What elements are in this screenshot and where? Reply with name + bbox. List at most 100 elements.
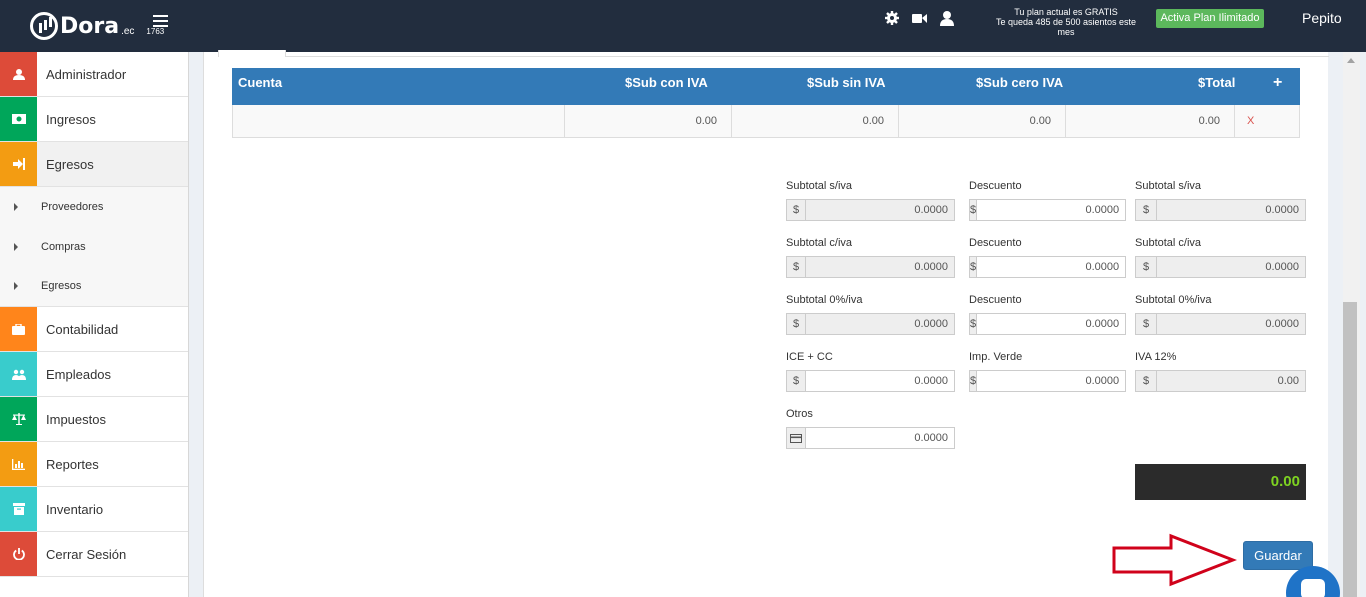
otros-input[interactable] [805,427,955,449]
ice-cc-label: ICE + CC [786,351,833,363]
descuento-siva-field: $ [969,199,1127,221]
currency-addon: $ [786,199,805,221]
sidebar-item-reportes[interactable]: Reportes [0,442,188,488]
sidebar-subitem-label: Proveedores [41,201,104,213]
sidebar-item-empleados[interactable]: Empleados [0,352,188,398]
user-name[interactable]: Pepito [1302,10,1342,26]
sidebar-subitem-label: Compras [41,240,86,253]
imp-verde-label: Imp. Verde [969,351,1023,363]
users-icon [0,352,37,397]
col-cuenta: Cuenta [238,75,283,90]
bar-chart-icon [0,442,37,487]
sidebar-item-ingresos[interactable]: Ingresos [0,97,188,142]
annotation-arrow-icon [1112,533,1237,587]
iva-input [1156,370,1306,392]
imp-verde-input[interactable] [976,370,1127,392]
sidebar-subitem-proveedores[interactable]: Proveedores [0,187,188,227]
subtotal-siva-field: $ [786,199,955,221]
sidebar-subitem-label: Egresos [41,280,82,293]
credit-card-icon [786,427,805,449]
gear-icon[interactable] [884,10,900,26]
caret-right-icon [14,203,18,211]
subtotal-civa-net-input [1156,256,1306,278]
descuento-0iva-field: $ [969,313,1127,335]
save-button[interactable]: Guardar [1243,541,1313,570]
cell-sub-sin-iva[interactable]: 0.00 [731,105,898,137]
descuento-siva-input[interactable] [976,199,1127,221]
plan-status: Tu plan actual es GRATIS Te queda 485 de… [988,7,1144,37]
user-icon[interactable] [939,10,955,26]
col-sub-sin-iva: $Sub sin IVA [807,75,886,90]
sidebar-item-label: Reportes [46,457,99,473]
sidebar-item-label: Ingresos [46,112,96,127]
currency-addon: $ [969,313,977,335]
cell-cuenta[interactable] [233,105,564,137]
sidebar-subitem-compras[interactable]: Compras [0,226,188,267]
currency-addon: $ [786,256,805,278]
cell-sub-con-iva[interactable]: 0.00 [564,105,731,137]
currency-addon: $ [1135,370,1156,392]
descuento-label: Descuento [969,294,1022,306]
menu-toggle-icon[interactable] [153,15,168,27]
balance-scale-icon [0,397,37,442]
col-total: $Total [1198,75,1236,90]
logo-chart-icon [30,12,58,40]
col-sub-cero-iva: $Sub cero IVA [976,75,1064,90]
activate-plan-button[interactable]: Activa Plan Ilimitado [1156,9,1264,28]
cell-sub-cero-iva[interactable]: 0.00 [898,105,1065,137]
descuento-0iva-input[interactable] [976,313,1127,335]
sidebar-item-administrador[interactable]: Administrador [0,52,188,97]
sidebar-item-inventario[interactable]: Inventario [0,487,188,533]
sidebar-item-egresos[interactable]: Egresos [0,142,188,187]
subtotal-siva-input [805,199,955,221]
money-icon [0,97,37,141]
add-row-icon[interactable]: + [1273,68,1282,98]
table-row: 0.00 0.00 0.00 0.00 X [232,105,1300,138]
sidebar-item-contabilidad[interactable]: Contabilidad [0,307,188,353]
sidebar-item-label: Administrador [46,67,127,82]
currency-addon: $ [786,370,805,392]
descuento-label: Descuento [969,237,1022,249]
sidebar-item-label: Contabilidad [46,322,119,338]
imp-verde-field: $ [969,370,1127,392]
sidebar-item-label: Inventario [46,502,104,518]
iva-label: IVA 12% [1135,351,1177,363]
otros-label: Otros [786,408,813,420]
col-sub-con-iva: $Sub con IVA [625,75,708,90]
subtotal-civa-net-label: Subtotal c/iva [1135,237,1202,249]
sidebar-item-label: Impuestos [46,412,106,428]
delete-row-icon[interactable]: X [1247,115,1254,127]
top-header: Dora .ec 1763 Tu plan actual es GRATIS T… [0,0,1366,52]
subtotal-civa-net-field: $ [1135,256,1306,278]
cell-total: 0.00 [1065,105,1234,137]
app-logo[interactable]: Dora .ec 1763 [30,12,164,40]
scrollbar-thumb[interactable] [1343,302,1357,597]
scroll-up-icon[interactable] [1347,58,1355,63]
currency-addon: $ [786,313,805,335]
sidebar-subitem-egresos[interactable]: Egresos [0,266,188,307]
video-camera-icon[interactable] [911,10,927,26]
currency-addon: $ [969,199,977,221]
subtotal-siva-net-field: $ [1135,199,1306,221]
caret-right-icon [14,282,18,291]
currency-addon: $ [1135,313,1156,335]
subtotal-0iva-field: $ [786,313,955,335]
briefcase-icon [0,307,37,352]
sidebar: Administrador Ingresos Egresos Proveedor… [0,52,189,597]
descuento-civa-field: $ [969,256,1127,278]
currency-addon: $ [969,370,977,392]
sidebar-item-label: Cerrar Sesión [46,547,127,563]
currency-addon: $ [1135,256,1156,278]
sidebar-item-cerrar-sesion[interactable]: Cerrar Sesión [0,532,188,578]
ice-cc-input[interactable] [805,370,955,392]
subtotal-0iva-net-field: $ [1135,313,1306,335]
subtotal-civa-input [805,256,955,278]
descuento-civa-input[interactable] [976,256,1127,278]
subtotal-siva-net-label: Subtotal s/iva [1135,180,1202,192]
sidebar-submenu-egresos: Proveedores Compras Egresos [0,187,188,308]
subtotal-0iva-label: Subtotal 0%/iva [786,294,863,306]
tab-strip [218,50,1329,57]
sidebar-item-impuestos[interactable]: Impuestos [0,397,188,443]
descuento-label: Descuento [969,180,1022,192]
sign-in-icon [0,142,37,186]
